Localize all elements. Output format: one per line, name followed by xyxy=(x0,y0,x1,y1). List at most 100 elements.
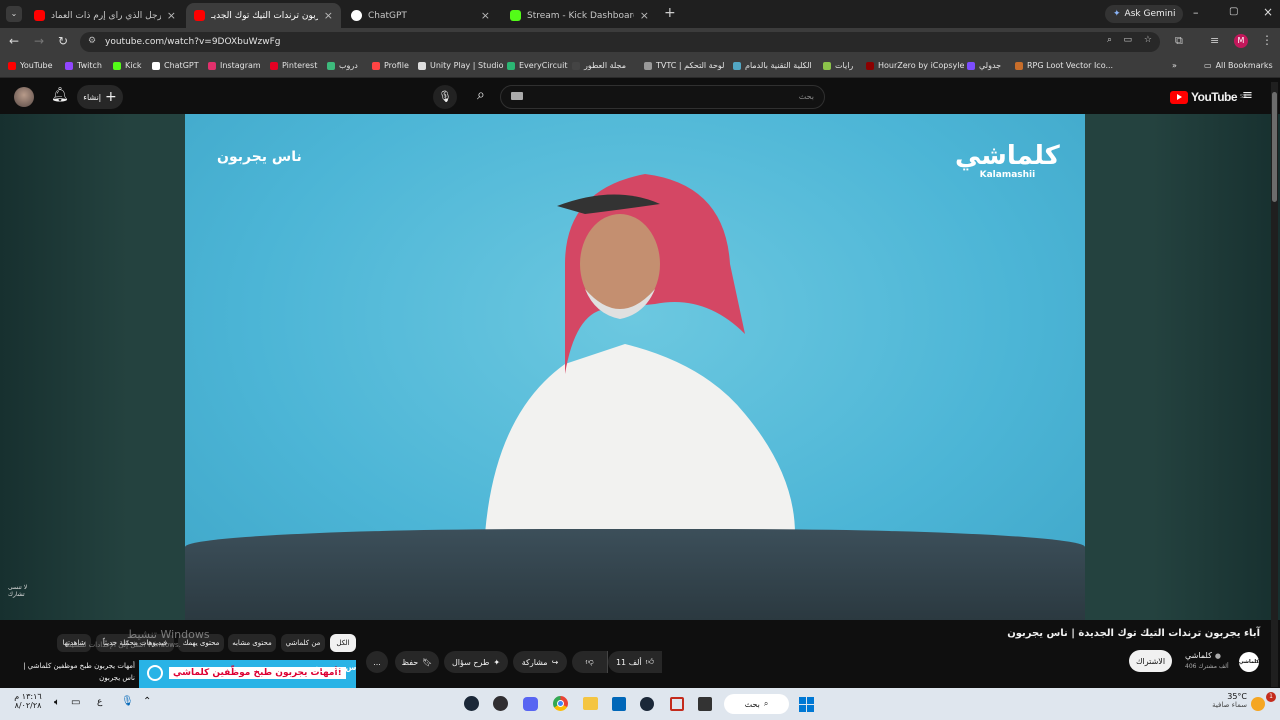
maximize-button[interactable]: ▢ xyxy=(1229,6,1238,17)
keyboard-icon[interactable] xyxy=(511,92,523,100)
bookmark-item[interactable]: Unity Play | Studio xyxy=(418,61,504,70)
reload-icon[interactable]: ↻ xyxy=(58,34,68,48)
taskbar-app-steam[interactable] xyxy=(640,697,654,711)
ask-button[interactable]: طرح سؤال ✦ xyxy=(444,651,508,673)
recommended-title[interactable]: أمهات يجربون طبخ موظفين كلماشي | ناس يجر… xyxy=(15,660,135,684)
bookmark-favicon-icon xyxy=(418,61,426,70)
tab-video-1[interactable]: الرجل الذي رأى إرم ذات العماد ! - × xyxy=(26,3,184,28)
bookmark-item[interactable]: TVTC | لوحة التحكم xyxy=(644,61,724,70)
bookmark-star-icon[interactable]: ☆ xyxy=(1144,35,1152,45)
channel-avatar[interactable]: كلماشي xyxy=(1239,652,1259,672)
bookmark-item[interactable]: رايات xyxy=(823,61,853,70)
bookmark-item[interactable]: Instagram xyxy=(208,61,261,70)
notifications-bell-icon[interactable]: 🔔︎ xyxy=(51,87,69,103)
microphone-icon[interactable]: 🎙︎ xyxy=(121,696,134,707)
system-clock[interactable]: ١٣:١٦ م ٨/٠٢/٢٨ xyxy=(10,692,46,710)
filter-chip[interactable]: من كلماشي xyxy=(281,634,325,652)
reading-list-icon[interactable]: ≡ xyxy=(1210,34,1219,47)
taskbar-app-store[interactable] xyxy=(612,697,626,711)
forward-icon[interactable]: → xyxy=(34,34,44,48)
recommended-thumbnail[interactable]: أمهات يجربون طبخ موظّفين كلماشي! ناس يجر… xyxy=(139,660,356,688)
bookmark-favicon-icon xyxy=(507,61,515,70)
tab-kick[interactable]: Stream - Kick Dashboard × xyxy=(502,3,657,28)
search-input[interactable]: بحث xyxy=(500,85,825,109)
close-tab-icon[interactable]: × xyxy=(640,9,649,22)
voice-search-icon[interactable]: 🎙︎ xyxy=(433,85,457,109)
start-button[interactable] xyxy=(799,697,814,712)
tray-overflow-icon[interactable]: ⌃ xyxy=(143,696,151,707)
language-indicator[interactable]: ع xyxy=(97,697,102,707)
taskbar-app-folder[interactable] xyxy=(583,697,598,710)
save-button[interactable]: حفظ 🔖︎ xyxy=(395,651,439,673)
dislike-button[interactable]: 👎︎ xyxy=(572,651,608,673)
bookmark-item[interactable]: Pinterest xyxy=(270,61,317,70)
close-tab-icon[interactable]: × xyxy=(481,9,490,22)
taskbar-app-chrome[interactable] xyxy=(553,696,568,711)
bookmark-favicon-icon xyxy=(270,61,278,70)
bookmarks-overflow-icon[interactable]: » xyxy=(1172,61,1177,70)
bookmark-item[interactable]: جدولي xyxy=(967,61,1001,70)
close-tab-icon[interactable]: × xyxy=(324,9,333,22)
bookmark-item[interactable]: YouTube xyxy=(8,61,53,70)
bookmark-item[interactable]: دروب xyxy=(327,61,358,70)
taskbar-app-steam-2[interactable] xyxy=(464,696,479,711)
like-button[interactable]: 11 ألف 👍︎ xyxy=(608,651,662,673)
filter-chip[interactable]: محتوى مشابه xyxy=(228,634,276,652)
taskbar-app-obs[interactable] xyxy=(493,696,508,711)
ask-gemini-button[interactable]: ✦ Ask Gemini xyxy=(1105,5,1184,23)
video-title: آباء يجربون ترندات التيك توك الجديدة | ن… xyxy=(1007,628,1260,639)
back-icon[interactable]: ← xyxy=(9,34,19,48)
taskbar-app-explorer[interactable] xyxy=(698,697,712,711)
channel-name[interactable]: كلماشي ● xyxy=(1185,651,1221,660)
zoom-icon[interactable]: ⌕ xyxy=(1107,35,1112,45)
all-bookmarks[interactable]: ▭ All Bookmarks xyxy=(1204,61,1273,70)
channel-corner-text: لا تنسى تشارك xyxy=(8,584,28,598)
bookmark-item[interactable]: Twitch xyxy=(65,61,102,70)
bookmark-favicon-icon xyxy=(152,61,160,70)
bookmark-item[interactable]: Profile xyxy=(372,61,409,70)
search-icon[interactable]: ⌕ xyxy=(477,87,485,103)
avatar[interactable] xyxy=(14,87,34,107)
create-button[interactable]: إنشاء + xyxy=(77,85,123,109)
taskbar-search[interactable]: بحث ⌕ xyxy=(724,694,789,714)
menu-dots-icon[interactable]: ⋮ xyxy=(1261,33,1273,47)
tab-chatgpt[interactable]: ChatGPT × xyxy=(343,3,498,28)
weather-widget[interactable]: 35°C سماء صافية xyxy=(1205,692,1247,709)
bookmark-item[interactable]: الكلية التقنية بالدمام xyxy=(733,61,812,70)
filter-chip[interactable]: الكل xyxy=(330,634,356,652)
bookmark-item[interactable]: HourZero by iCopsyle xyxy=(866,61,964,70)
tab-video-2[interactable]: آباء يجربون ترندات التيك توك الجديـ × xyxy=(186,3,341,28)
thumbs-up-icon: 👍︎ xyxy=(645,657,655,666)
bookmark-item[interactable]: ChatGPT xyxy=(152,61,199,70)
bookmark-item[interactable]: EveryCircuit xyxy=(507,61,567,70)
share-icon: ↪ xyxy=(551,657,559,667)
taskbar-app-snipping[interactable] xyxy=(670,697,684,711)
address-bar[interactable]: ⚙ youtube.com/watch?v=9DOXbuWzwFg ⌕ ▭ ☆ xyxy=(80,32,1160,52)
profile-avatar[interactable]: M xyxy=(1234,34,1248,48)
bookmark-item[interactable]: مجلة العطور xyxy=(572,61,626,70)
video-frame[interactable]: ناس يجربون كلماشي Kalamashii xyxy=(185,114,1085,620)
bookmark-item[interactable]: Kick xyxy=(113,61,142,70)
chatgpt-tab-icon xyxy=(351,10,362,21)
extensions-icon[interactable]: ⧉ xyxy=(1175,34,1183,48)
site-info-icon[interactable]: ⚙ xyxy=(88,36,96,46)
close-tab-icon[interactable]: × xyxy=(167,9,176,22)
scrollbar-thumb[interactable] xyxy=(1272,92,1277,202)
cast-icon[interactable]: ▭ xyxy=(1123,35,1132,45)
new-tab-button[interactable]: + xyxy=(664,5,676,21)
close-window-button[interactable]: × xyxy=(1263,5,1273,19)
youtube-logo[interactable]: YouTube SA xyxy=(1170,90,1247,104)
video-player[interactable]: ناس يجربون كلماشي Kalamashii لا تنسى تشا… xyxy=(0,114,1280,620)
gemini-icon: ✦ xyxy=(1113,9,1121,19)
hamburger-menu-icon[interactable]: ≡ xyxy=(1242,88,1253,103)
minimize-button[interactable]: – xyxy=(1193,6,1199,19)
page-scrollbar[interactable] xyxy=(1271,82,1278,687)
share-button[interactable]: مشاركة ↪ xyxy=(513,651,567,673)
bookmark-item[interactable]: RPG Loot Vector Ico... xyxy=(1015,61,1113,70)
more-actions-button[interactable]: ... xyxy=(366,651,388,673)
tab-search-button[interactable]: ⌄ xyxy=(6,6,22,22)
taskbar-app-discord[interactable] xyxy=(523,697,538,711)
speaker-icon[interactable]: 🔈︎ xyxy=(54,697,60,708)
network-icon[interactable]: ▭ xyxy=(71,697,80,708)
subscribe-button[interactable]: الاشتراك xyxy=(1129,650,1172,672)
